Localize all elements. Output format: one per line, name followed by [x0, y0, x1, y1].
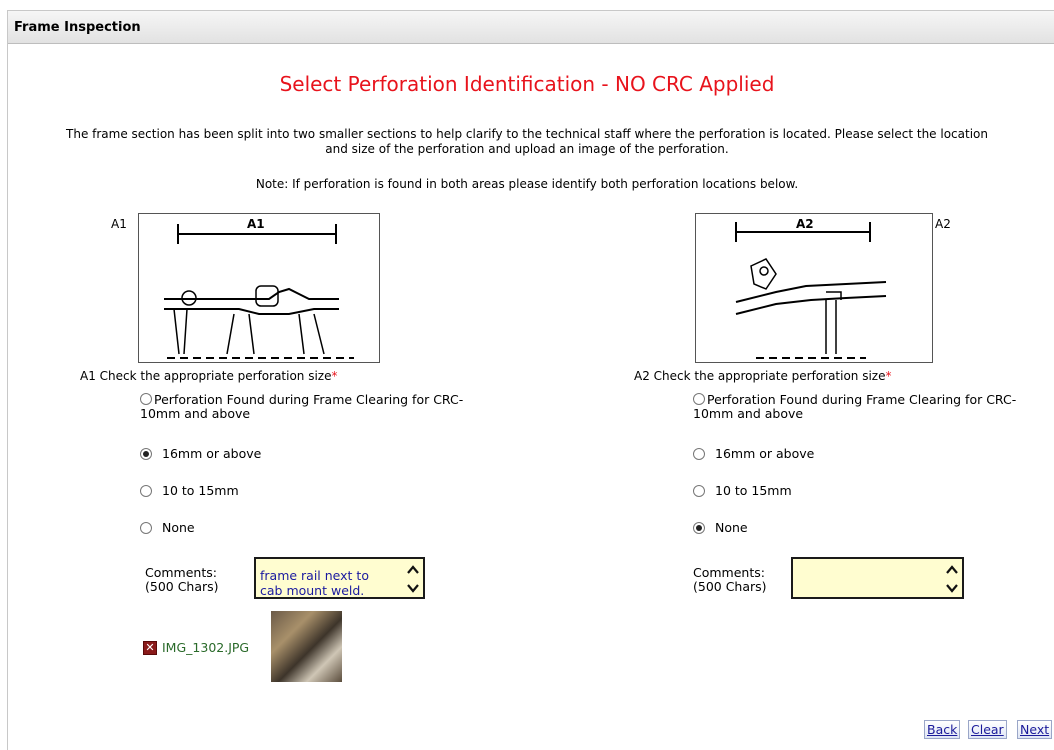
- a1-required-mark: *: [331, 369, 338, 383]
- a2-comments-label-2: (500 Chars): [693, 579, 767, 594]
- a1-option-10-15mm-label: 10 to 15mm: [162, 483, 239, 498]
- intro-line-1: The frame section has been split into tw…: [66, 127, 988, 141]
- a1-diagram-caption: A1: [247, 217, 265, 231]
- scroll-arrows-icon[interactable]: [945, 561, 959, 597]
- a1-comments-label-2: (500 Chars): [145, 579, 219, 594]
- a1-attachment-filename[interactable]: IMG_1302.JPG: [162, 640, 249, 655]
- radio-icon[interactable]: [693, 521, 705, 534]
- a2-option-16mm[interactable]: 16mm or above: [693, 446, 814, 461]
- a1-option-16mm[interactable]: 16mm or above: [140, 446, 261, 461]
- a1-question: A1 Check the appropriate perforation siz…: [80, 369, 338, 383]
- a1-comments-label-1: Comments:: [145, 565, 217, 580]
- radio-icon[interactable]: [693, 447, 705, 460]
- a1-option-none[interactable]: None: [140, 520, 195, 535]
- a1-option-crc-line1: Perforation Found during Frame Clearing …: [154, 392, 464, 407]
- page-title: Select Perforation Identification - NO C…: [279, 72, 775, 96]
- a2-comments-label: Comments: (500 Chars): [693, 566, 767, 594]
- radio-icon[interactable]: [140, 484, 152, 497]
- clear-button[interactable]: Clear: [968, 720, 1007, 739]
- radio-icon[interactable]: [140, 447, 152, 460]
- a2-option-crc[interactable]: Perforation Found during Frame Clearing …: [693, 393, 1016, 421]
- a1-comments-label: Comments: (500 Chars): [145, 566, 219, 594]
- a2-question-text: A2 Check the appropriate perforation siz…: [634, 369, 886, 383]
- a2-option-crc-line1: Perforation Found during Frame Clearing …: [707, 392, 1017, 407]
- radio-icon[interactable]: [693, 484, 705, 497]
- a1-attachment-thumbnail[interactable]: [271, 611, 342, 682]
- a1-comments-line: frame rail next to: [260, 568, 369, 583]
- intro-text: The frame section has been split into tw…: [0, 127, 1054, 157]
- a2-side-label: A2: [935, 217, 951, 231]
- scroll-arrows-icon[interactable]: [406, 561, 420, 597]
- a2-diagram-caption: A2: [796, 217, 814, 231]
- note-text: Note: If perforation is found in both ar…: [255, 177, 799, 191]
- a2-comments-label-1: Comments:: [693, 565, 765, 580]
- a1-diagram-image: A1: [164, 217, 354, 359]
- a2-option-10-15mm-label: 10 to 15mm: [715, 483, 792, 498]
- a2-option-none[interactable]: None: [693, 520, 748, 535]
- a2-option-10-15mm[interactable]: 10 to 15mm: [693, 483, 792, 498]
- a2-option-none-label: None: [715, 520, 748, 535]
- a2-comments-field[interactable]: [791, 557, 964, 599]
- a2-option-crc-line2: 10mm and above: [693, 406, 804, 421]
- a2-question: A2 Check the appropriate perforation siz…: [634, 369, 892, 383]
- a2-required-mark: *: [885, 369, 892, 383]
- a2-diagram-image: A2: [735, 217, 887, 359]
- radio-icon[interactable]: [140, 393, 152, 405]
- a1-side-label: A1: [111, 217, 127, 231]
- radio-icon[interactable]: [140, 521, 152, 534]
- a1-frame-diagram: A1: [138, 213, 380, 363]
- a1-option-10-15mm[interactable]: 10 to 15mm: [140, 483, 239, 498]
- a1-comments-field[interactable]: frame rail next to cab mount weld.: [254, 557, 425, 599]
- delete-attachment-icon[interactable]: ✕: [143, 641, 157, 655]
- intro-line-2: and size of the perforation and upload a…: [325, 142, 729, 156]
- a1-comments-text: frame rail next to cab mount weld.: [260, 568, 400, 598]
- radio-icon[interactable]: [693, 393, 705, 405]
- a1-comments-line: cab mount weld.: [260, 583, 365, 598]
- a1-option-crc[interactable]: Perforation Found during Frame Clearing …: [140, 393, 463, 421]
- next-button[interactable]: Next: [1017, 720, 1053, 739]
- a1-option-16mm-label: 16mm or above: [162, 446, 262, 461]
- panel-title: Frame Inspection: [14, 20, 141, 35]
- back-button[interactable]: Back: [924, 720, 961, 739]
- a2-option-16mm-label: 16mm or above: [715, 446, 815, 461]
- a2-frame-diagram: A2: [695, 213, 933, 363]
- a1-question-text: A1 Check the appropriate perforation siz…: [80, 369, 332, 383]
- a1-option-crc-line2: 10mm and above: [140, 406, 251, 421]
- panel-header: Frame Inspection: [8, 11, 1054, 44]
- a1-option-none-label: None: [162, 520, 195, 535]
